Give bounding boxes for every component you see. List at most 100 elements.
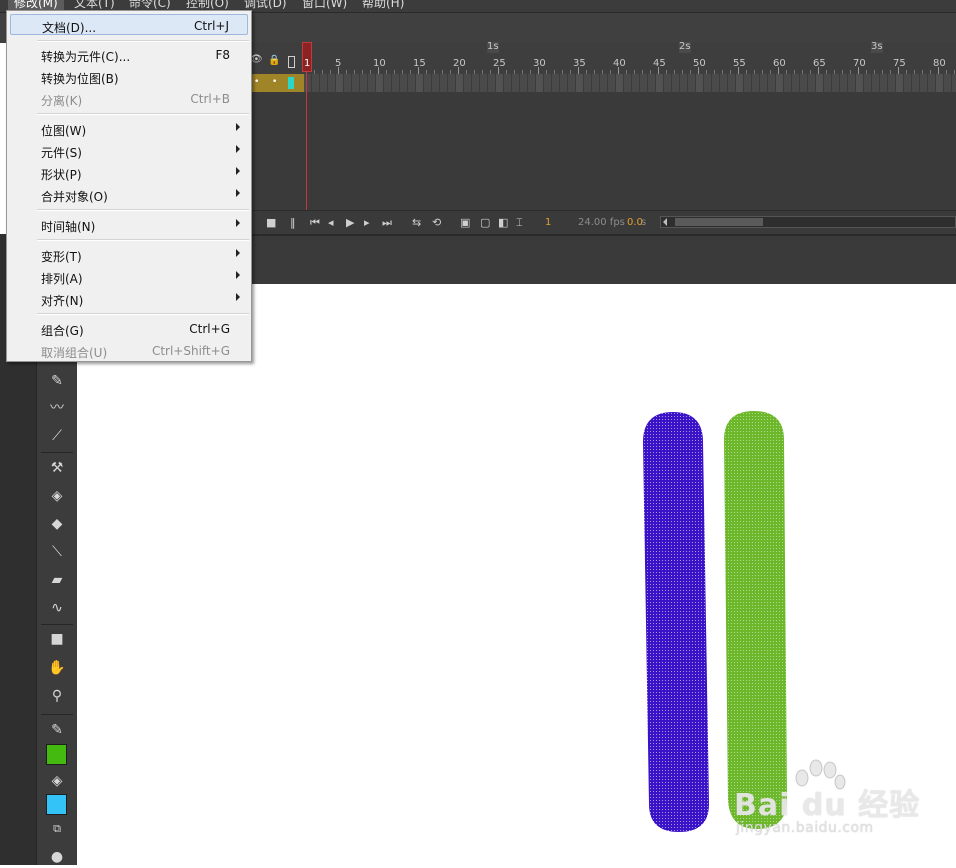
- first-frame-icon[interactable]: ⏮: [310, 216, 320, 230]
- step-forward-icon[interactable]: ▸: [364, 216, 370, 230]
- frame-cell[interactable]: [576, 74, 584, 92]
- frame-cell[interactable]: [848, 74, 856, 92]
- frame-cell[interactable]: [640, 74, 648, 92]
- menu-item-convert-to-symbol[interactable]: 转换为元件(C)... F8: [10, 44, 248, 65]
- frame-cell[interactable]: [952, 74, 956, 92]
- frame-cell[interactable]: [760, 74, 768, 92]
- layer-row[interactable]: • •: [252, 74, 304, 92]
- menu-item-transform[interactable]: 变形(T): [10, 244, 248, 265]
- outline-icon[interactable]: [288, 56, 295, 68]
- pause-icon[interactable]: ‖: [290, 216, 296, 230]
- frame-cell[interactable]: [528, 74, 536, 92]
- frame-cell[interactable]: [768, 74, 776, 92]
- frame-cell[interactable]: [440, 74, 448, 92]
- frame-cell[interactable]: [752, 74, 760, 92]
- timeline-scrollbar[interactable]: [660, 216, 956, 228]
- zoom-icon[interactable]: ⚲: [44, 685, 70, 707]
- frame-cell[interactable]: [320, 74, 328, 92]
- bone-icon[interactable]: ⚒: [44, 457, 70, 479]
- last-frame-icon[interactable]: ⏭: [382, 216, 392, 230]
- frame-cell[interactable]: [792, 74, 800, 92]
- frame-cell[interactable]: [336, 74, 344, 92]
- frame-cell[interactable]: [888, 74, 896, 92]
- frame-cell[interactable]: [784, 74, 792, 92]
- loop-icon[interactable]: ⟲: [432, 216, 441, 230]
- menu-item-timeline[interactable]: 时间轴(N): [10, 214, 248, 235]
- frame-cell[interactable]: [584, 74, 592, 92]
- frame-cell[interactable]: [808, 74, 816, 92]
- frame-cell[interactable]: [360, 74, 368, 92]
- frame-cell[interactable]: [800, 74, 808, 92]
- menu-item-group[interactable]: 组合(G) Ctrl+G: [10, 318, 248, 339]
- frame-cell[interactable]: [904, 74, 912, 92]
- frame-cell[interactable]: [864, 74, 872, 92]
- fill-color-icon[interactable]: ◈: [44, 770, 70, 792]
- frame-cell[interactable]: [624, 74, 632, 92]
- frame-cell[interactable]: [704, 74, 712, 92]
- frame-cell[interactable]: [856, 74, 864, 92]
- frame-cell[interactable]: [552, 74, 560, 92]
- frame-cell[interactable]: [744, 74, 752, 92]
- frame-cell[interactable]: [648, 74, 656, 92]
- lock-icon[interactable]: •: [272, 77, 277, 87]
- menu-item-convert-to-bitmap[interactable]: 转换为位图(B): [10, 66, 248, 87]
- frame-cell[interactable]: [664, 74, 672, 92]
- scroll-left-icon[interactable]: [663, 218, 667, 226]
- frame-cell[interactable]: [632, 74, 640, 92]
- paint-brush-icon[interactable]: ⟋: [44, 425, 70, 447]
- width-tool-icon[interactable]: ∿: [44, 597, 70, 619]
- frame-cell[interactable]: [448, 74, 456, 92]
- eyedropper-icon[interactable]: ⟍: [44, 541, 70, 563]
- frame-cell[interactable]: [400, 74, 408, 92]
- frame-cell[interactable]: [512, 74, 520, 92]
- stroke-color-swatch[interactable]: [46, 744, 67, 765]
- menu-item-combine-objects[interactable]: 合并对象(O): [10, 184, 248, 205]
- menu-item-document[interactable]: 文档(D)... Ctrl+J: [10, 14, 248, 35]
- play-icon[interactable]: ▶: [346, 216, 354, 230]
- frame-cell[interactable]: [816, 74, 824, 92]
- camera-icon[interactable]: ■: [44, 628, 70, 650]
- swap-colors-icon[interactable]: ⧉: [44, 818, 70, 840]
- menu-item-shape[interactable]: 形状(P): [10, 162, 248, 183]
- paint-bucket-icon[interactable]: ◈: [44, 485, 70, 507]
- frame-cell[interactable]: [608, 74, 616, 92]
- frame-cell[interactable]: [712, 74, 720, 92]
- frame-cell[interactable]: [376, 74, 384, 92]
- frame-cell[interactable]: [880, 74, 888, 92]
- frame-cell[interactable]: [424, 74, 432, 92]
- frame-cell[interactable]: [928, 74, 936, 92]
- stroke-color-icon[interactable]: ✎: [44, 719, 70, 741]
- step-back-icon[interactable]: ◂: [328, 216, 334, 230]
- menu-item-align[interactable]: 对齐(N): [10, 288, 248, 309]
- frame-cell[interactable]: [464, 74, 472, 92]
- menu-item-symbol[interactable]: 元件(S): [10, 140, 248, 161]
- frame-cell[interactable]: [872, 74, 880, 92]
- edit-multiple-icon[interactable]: ◧: [498, 216, 508, 230]
- frame-cell[interactable]: [896, 74, 904, 92]
- current-frame-readout[interactable]: 1: [545, 217, 551, 228]
- fill-color-swatch[interactable]: [46, 794, 67, 815]
- frame-cell[interactable]: [368, 74, 376, 92]
- frame-cell[interactable]: [504, 74, 512, 92]
- frame-cell[interactable]: [720, 74, 728, 92]
- frame-cell[interactable]: [312, 74, 320, 92]
- frame-cell[interactable]: [824, 74, 832, 92]
- frame-cell[interactable]: [680, 74, 688, 92]
- frame-cell[interactable]: [472, 74, 480, 92]
- frame-cell[interactable]: [944, 74, 952, 92]
- frame-cell[interactable]: [616, 74, 624, 92]
- hand-icon[interactable]: ✋: [44, 657, 70, 679]
- frame-cell[interactable]: [592, 74, 600, 92]
- menu-help[interactable]: 帮助(H): [356, 0, 410, 12]
- timeline-ruler[interactable]: 1s 2s 3s 5 10 15 20 25 30 35 40 45 50 55…: [252, 42, 956, 75]
- frame-cell[interactable]: [496, 74, 504, 92]
- eye-icon[interactable]: •: [254, 77, 259, 87]
- frame-cell[interactable]: [392, 74, 400, 92]
- frame-cell[interactable]: [688, 74, 696, 92]
- frame-cell[interactable]: [456, 74, 464, 92]
- frame-cell[interactable]: [600, 74, 608, 92]
- menu-item-ungroup[interactable]: 取消组合(U) Ctrl+Shift+G: [10, 340, 248, 361]
- frame-cell[interactable]: [936, 74, 944, 92]
- menu-item-bitmap[interactable]: 位图(W): [10, 118, 248, 139]
- frame-cell[interactable]: [696, 74, 704, 92]
